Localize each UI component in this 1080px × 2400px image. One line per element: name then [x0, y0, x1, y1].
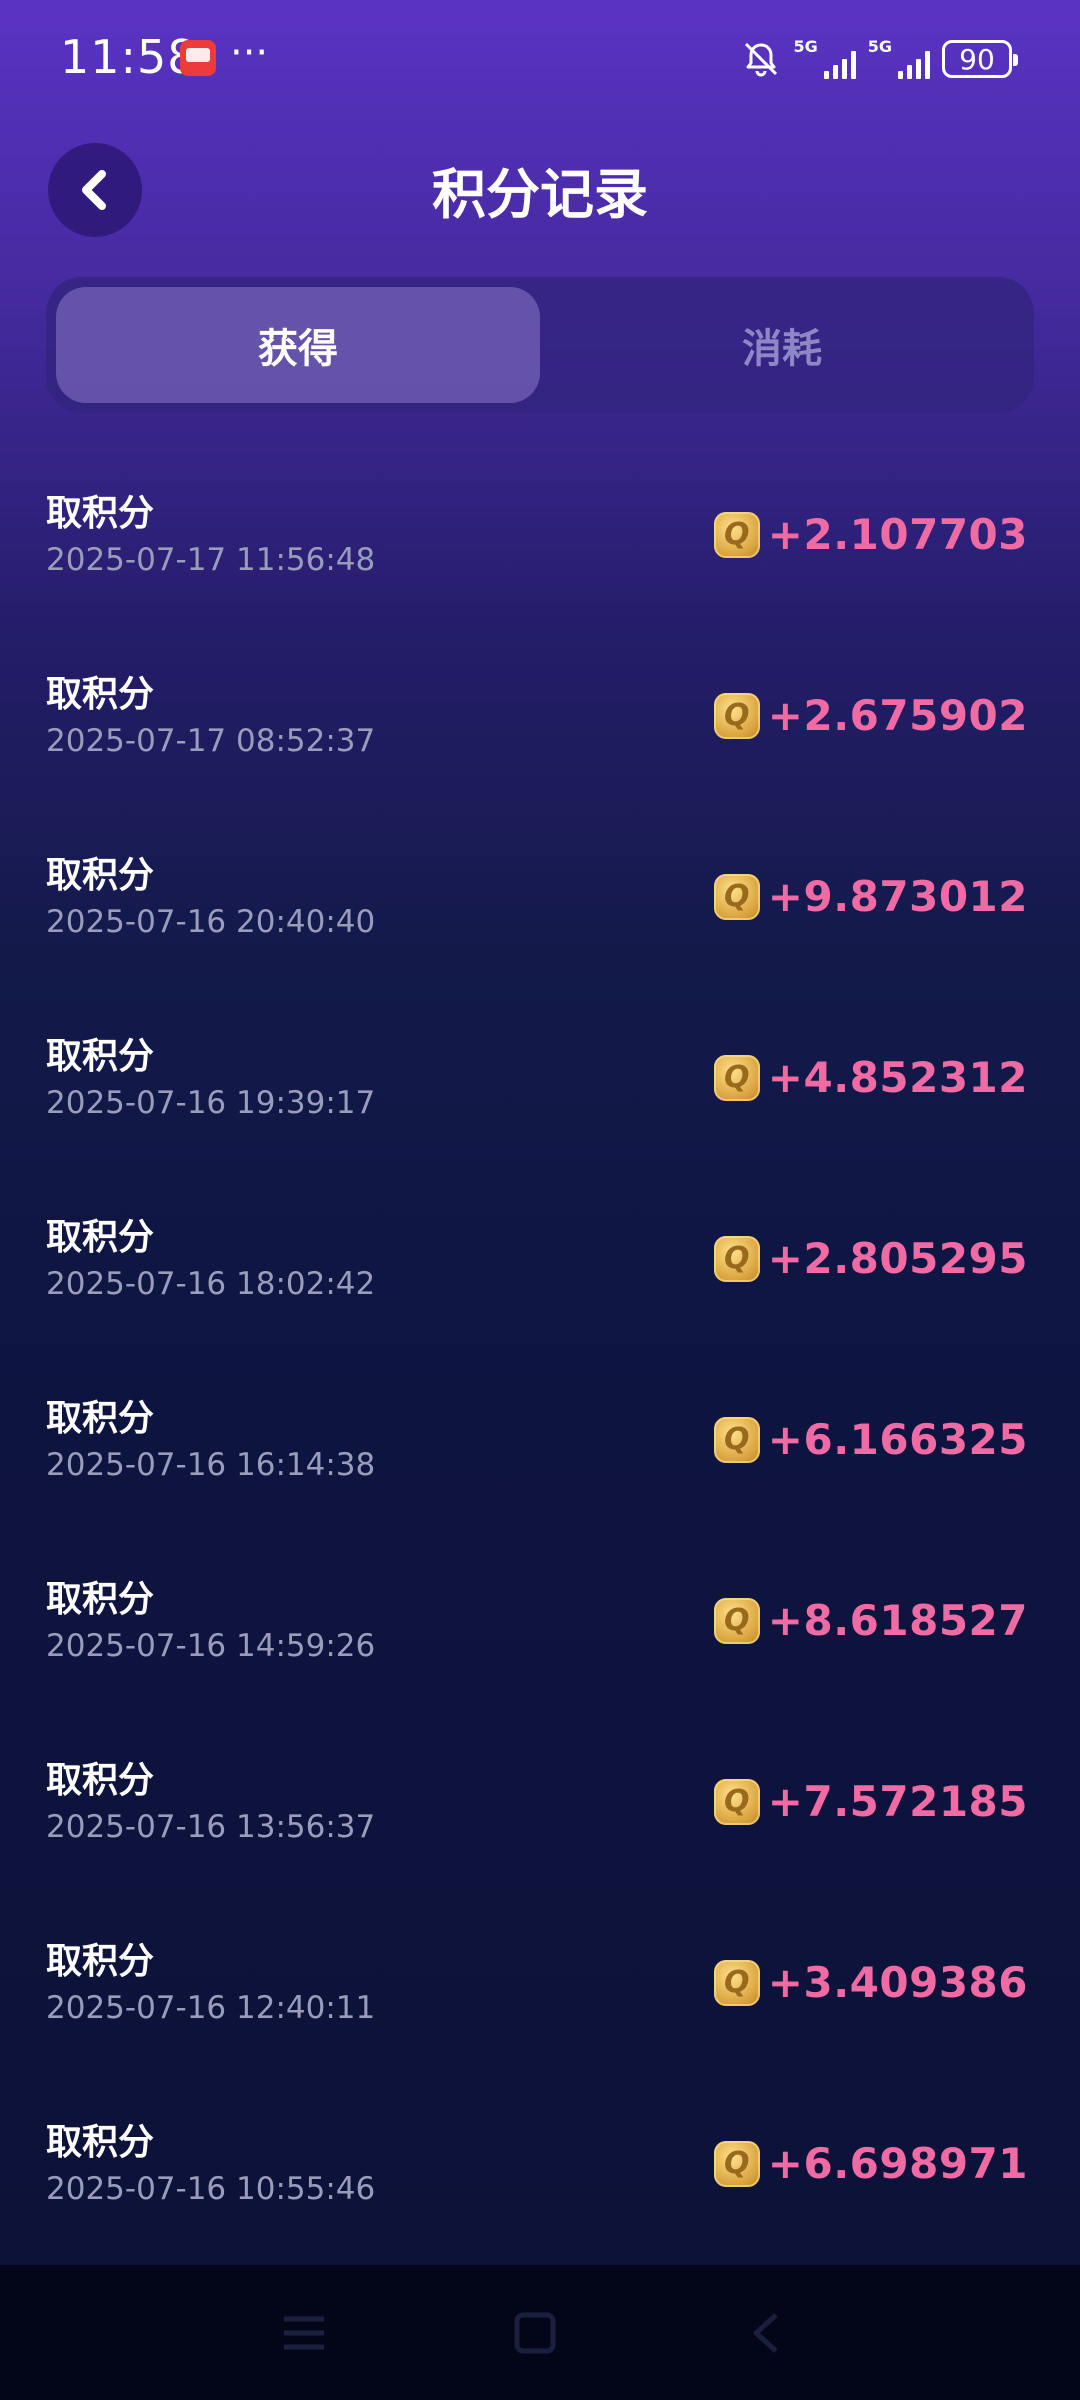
- record-title: 取积分: [46, 1579, 155, 1620]
- record-time: 2025-07-16 13:56:37: [46, 1809, 376, 1845]
- record-amount: +6.166325: [767, 1415, 1028, 1464]
- coin-glyph: Q: [724, 516, 750, 552]
- record-title: 取积分: [46, 1217, 155, 1258]
- record-time: 2025-07-16 20:40:40: [46, 904, 376, 940]
- coin-q-icon: Q: [713, 1235, 760, 1282]
- coin-q-icon: Q: [713, 692, 760, 739]
- record-title: 取积分: [46, 1398, 155, 1439]
- list-item: 取积分 2025-07-16 19:39:17 Q +4.852312: [0, 1003, 1080, 1184]
- page-title: 积分记录: [432, 163, 648, 226]
- record-amount-group: Q +8.618527: [713, 1596, 1028, 1645]
- list-item: 取积分 2025-07-16 14:59:26 Q +8.618527: [0, 1546, 1080, 1727]
- record-amount-group: Q +2.805295: [713, 1234, 1028, 1283]
- list-item: 取积分 2025-07-16 10:55:46 Q +6.698971: [0, 2089, 1080, 2270]
- coin-q-icon: Q: [713, 1959, 760, 2006]
- coin-q-icon: Q: [713, 2140, 760, 2187]
- record-amount-group: Q +7.572185: [713, 1777, 1028, 1826]
- record-amount: +9.873012: [767, 872, 1028, 921]
- record-time: 2025-07-16 12:40:11: [46, 1990, 376, 2026]
- coin-glyph: Q: [724, 697, 750, 733]
- signal-1-icon: 5G: [793, 39, 856, 79]
- more-notifications-icon: ···: [230, 30, 269, 76]
- coin-q-icon: Q: [713, 873, 760, 920]
- record-amount-group: Q +2.675902: [713, 691, 1028, 740]
- record-amount-group: Q +6.698971: [713, 2139, 1028, 2188]
- record-title: 取积分: [46, 1036, 155, 1077]
- record-amount: +6.698971: [767, 2139, 1028, 2188]
- record-amount: +2.107703: [767, 510, 1028, 559]
- record-amount: +2.805295: [767, 1234, 1028, 1283]
- record-list: 取积分 2025-07-17 11:56:48 Q +2.107703 取积分 …: [0, 460, 1080, 2270]
- record-title: 取积分: [46, 1760, 155, 1801]
- coin-glyph: Q: [724, 1240, 750, 1276]
- nav-home-button[interactable]: [505, 2303, 565, 2363]
- list-item: 取积分 2025-07-16 18:02:42 Q +2.805295: [0, 1184, 1080, 1365]
- record-title: 取积分: [46, 2122, 155, 2163]
- coin-glyph: Q: [724, 1783, 750, 1819]
- system-nav-bar: [0, 2265, 1080, 2400]
- record-title: 取积分: [46, 855, 155, 896]
- coin-q-icon: Q: [713, 1597, 760, 1644]
- record-amount: +8.618527: [767, 1596, 1028, 1645]
- record-amount: +2.675902: [767, 691, 1028, 740]
- coin-q-icon: Q: [713, 1054, 760, 1101]
- status-indicators: 5G 5G 90: [741, 36, 1018, 82]
- list-item: 取积分 2025-07-16 16:14:38 Q +6.166325: [0, 1365, 1080, 1546]
- record-time: 2025-07-16 19:39:17: [46, 1085, 376, 1121]
- nav-back-button[interactable]: [736, 2303, 796, 2363]
- coin-glyph: Q: [724, 1964, 750, 2000]
- bell-muted-icon: [745, 42, 778, 77]
- record-time: 2025-07-16 18:02:42: [46, 1266, 376, 1302]
- record-time: 2025-07-16 14:59:26: [46, 1628, 376, 1664]
- record-time: 2025-07-16 16:14:38: [46, 1447, 376, 1483]
- tab-spent[interactable]: 消耗: [540, 287, 1024, 403]
- coin-q-icon: Q: [713, 1416, 760, 1463]
- record-amount-group: Q +4.852312: [713, 1053, 1028, 1102]
- record-title: 取积分: [46, 493, 155, 534]
- record-amount-group: Q +2.107703: [713, 510, 1028, 559]
- list-item: 取积分 2025-07-16 20:40:40 Q +9.873012: [0, 822, 1080, 1003]
- home-square-icon: [514, 2312, 556, 2354]
- signal-2-icon: 5G: [868, 39, 930, 79]
- app-notification-icon: [180, 40, 216, 76]
- record-time: 2025-07-16 10:55:46: [46, 2171, 376, 2207]
- record-title: 取积分: [46, 1941, 155, 1982]
- record-amount-group: Q +6.166325: [713, 1415, 1028, 1464]
- nav-menu-button[interactable]: [274, 2303, 334, 2363]
- status-time: 11:58: [60, 30, 198, 84]
- list-item: 取积分 2025-07-16 13:56:37 Q +7.572185: [0, 1727, 1080, 1908]
- coin-q-icon: Q: [713, 1778, 760, 1825]
- record-amount: +4.852312: [767, 1053, 1028, 1102]
- coin-glyph: Q: [724, 2145, 750, 2181]
- record-amount: +3.409386: [767, 1958, 1028, 2007]
- coin-glyph: Q: [724, 1602, 750, 1638]
- record-amount-group: Q +9.873012: [713, 872, 1028, 921]
- record-time: 2025-07-17 08:52:37: [46, 723, 376, 759]
- coin-glyph: Q: [724, 878, 750, 914]
- nav-chevron-left-icon: [753, 2313, 778, 2353]
- record-time: 2025-07-17 11:56:48: [46, 542, 376, 578]
- list-item: 取积分 2025-07-17 11:56:48 Q +2.107703: [0, 460, 1080, 641]
- coin-glyph: Q: [724, 1059, 750, 1095]
- tab-bar: 获得 消耗: [46, 277, 1034, 413]
- battery-icon: 90: [942, 40, 1018, 78]
- record-amount-group: Q +3.409386: [713, 1958, 1028, 2007]
- record-title: 取积分: [46, 674, 155, 715]
- menu-icon: [284, 2316, 324, 2350]
- tab-earned[interactable]: 获得: [56, 287, 540, 403]
- record-amount: +7.572185: [767, 1777, 1028, 1826]
- list-item: 取积分 2025-07-16 12:40:11 Q +3.409386: [0, 1908, 1080, 2089]
- coin-glyph: Q: [724, 1421, 750, 1457]
- status-bar: 11:58 ··· 5G 5G 90: [0, 0, 1080, 118]
- coin-q-icon: Q: [713, 511, 760, 558]
- list-item: 取积分 2025-07-17 08:52:37 Q +2.675902: [0, 641, 1080, 822]
